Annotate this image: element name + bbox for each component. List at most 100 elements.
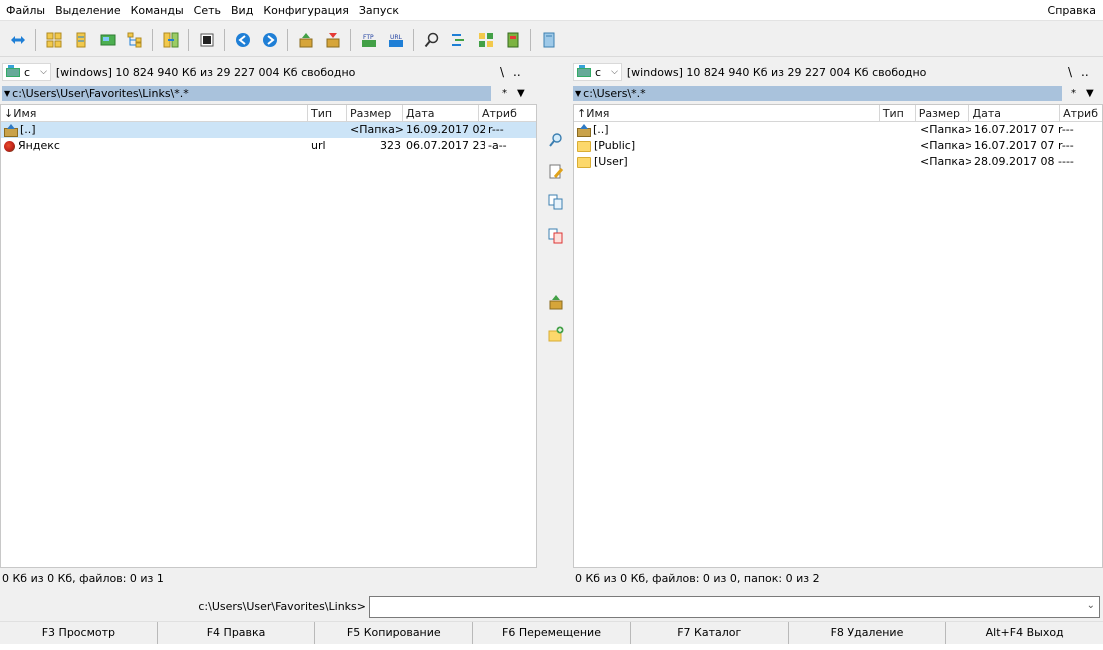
- left-path: c:\Users\User\Favorites\Links\*.*: [12, 87, 189, 100]
- notepad-icon[interactable]: [502, 29, 523, 50]
- ftp-connect-icon[interactable]: FTP: [358, 29, 379, 50]
- f7-mkdir-button[interactable]: F7 Каталог: [631, 622, 789, 644]
- left-file-panel[interactable]: ↓Имя Тип Размер Дата Атриб [..] <Папка> …: [0, 104, 537, 568]
- column-header-size[interactable]: Размер: [916, 105, 970, 122]
- left-root-button[interactable]: \: [500, 65, 504, 79]
- quick-view-icon[interactable]: [196, 29, 217, 50]
- column-header-type[interactable]: Тип: [308, 105, 347, 122]
- file-row-parent-dir[interactable]: [..] <Папка> 16.07.2017 07:27 r---: [574, 122, 1102, 138]
- menu-start[interactable]: Запуск: [354, 0, 404, 21]
- menu-selection[interactable]: Выделение: [50, 0, 126, 21]
- new-folder-icon[interactable]: [548, 326, 564, 342]
- multi-rename-icon[interactable]: [448, 29, 469, 50]
- toolbar-separator: [530, 28, 531, 51]
- refresh-icon[interactable]: [7, 29, 28, 50]
- left-root-buttons: \ ..: [500, 62, 530, 82]
- file-attr: r---: [488, 123, 504, 136]
- right-hotlist-button[interactable]: ▼: [1086, 88, 1094, 99]
- chevron-down-icon[interactable]: ⌄: [1087, 600, 1095, 611]
- right-filter-buttons: * ▼: [1071, 86, 1103, 101]
- left-drive-selector[interactable]: c ⌵: [2, 63, 51, 81]
- left-status-bar: 0 Кб из 0 Кб, файлов: 0 из 1: [2, 572, 164, 585]
- right-up-button[interactable]: ..: [1081, 65, 1089, 79]
- view-file-icon[interactable]: [548, 132, 564, 148]
- right-root-button[interactable]: \: [1068, 65, 1072, 79]
- unpack-icon[interactable]: [322, 29, 343, 50]
- file-date: 16.07.2017 07:27: [974, 139, 1055, 152]
- file-type: url: [311, 139, 326, 152]
- file-name: [..]: [593, 123, 609, 136]
- brief-view-icon[interactable]: [43, 29, 64, 50]
- f5-copy-button[interactable]: F5 Копирование: [315, 622, 474, 644]
- svg-text:FTP: FTP: [363, 34, 374, 41]
- pack-icon[interactable]: [295, 29, 316, 50]
- column-header-date[interactable]: Дата: [969, 105, 1061, 122]
- file-row-yandex[interactable]: Яндекс url 323 06.07.2017 23:11 -a--: [1, 138, 536, 154]
- file-size: <Папка>: [920, 123, 971, 136]
- alt-f4-exit-button[interactable]: Alt+F4 Выход: [946, 622, 1103, 644]
- thumbnails-icon[interactable]: [97, 29, 118, 50]
- left-up-button[interactable]: ..: [513, 65, 521, 79]
- menu-configuration[interactable]: Конфигурация: [258, 0, 354, 21]
- file-row-parent-dir[interactable]: [..] <Папка> 16.09.2017 02:17 r---: [1, 122, 536, 138]
- drive-icon: [6, 64, 20, 77]
- right-root-buttons: \ ..: [1068, 62, 1098, 82]
- up-dir-icon: [577, 124, 591, 137]
- right-free-space: [windows] 10 824 940 Кб из 29 227 004 Кб…: [626, 65, 927, 79]
- menu-commands[interactable]: Команды: [126, 0, 189, 21]
- full-view-icon[interactable]: [70, 29, 91, 50]
- url-connect-icon[interactable]: URL: [385, 29, 406, 50]
- left-path-bar[interactable]: ▼ c:\Users\User\Favorites\Links\*.*: [2, 86, 491, 101]
- f3-view-button[interactable]: F3 Просмотр: [0, 622, 158, 644]
- folder-icon: [577, 140, 591, 152]
- right-drive-bar: c ⌵ [windows] 10 824 940 Кб из 29 227 00…: [573, 62, 1058, 82]
- command-line-input[interactable]: ⌄: [369, 595, 1100, 618]
- command-line-path: c:\Users\User\Favorites\Links>: [198, 600, 366, 613]
- file-row-public[interactable]: [Public] <Папка> 16.07.2017 07:27 r---: [574, 138, 1102, 154]
- menu-net[interactable]: Сеть: [189, 0, 226, 21]
- history-dropdown-icon[interactable]: ▼: [4, 89, 10, 98]
- pack-files-icon[interactable]: [548, 294, 564, 310]
- file-name: [User]: [594, 155, 628, 168]
- f6-move-button[interactable]: F6 Перемещение: [473, 622, 631, 644]
- f8-delete-button[interactable]: F8 Удаление: [789, 622, 947, 644]
- right-drive-selector[interactable]: c ⌵: [573, 63, 622, 81]
- edit-file-icon[interactable]: [548, 164, 564, 180]
- copy-file-icon[interactable]: [548, 194, 564, 210]
- column-header-attr[interactable]: Атриб: [1060, 105, 1102, 122]
- column-header-name[interactable]: ↓Имя: [1, 105, 308, 122]
- file-attr: r---: [1058, 139, 1074, 152]
- tree-view-icon[interactable]: [124, 29, 145, 50]
- file-date: 16.09.2017 02:17: [406, 123, 485, 136]
- column-header-size[interactable]: Размер: [347, 105, 403, 122]
- drive-icon: [577, 64, 591, 77]
- search-icon[interactable]: [421, 29, 442, 50]
- menu-files[interactable]: Файлы: [0, 0, 50, 21]
- right-path-bar[interactable]: ▼ c:\Users\*.*: [573, 86, 1062, 101]
- column-header-attr[interactable]: Атриб: [479, 105, 536, 122]
- column-header-name[interactable]: ↑Имя: [574, 105, 880, 122]
- menu-help[interactable]: Справка: [1043, 0, 1103, 21]
- toolbar: FTP URL: [0, 23, 1103, 57]
- help-icon[interactable]: [538, 29, 559, 50]
- f4-edit-button[interactable]: F4 Правка: [158, 622, 316, 644]
- file-row-user[interactable]: [User] <Папка> 28.09.2017 08:36 ----: [574, 154, 1102, 170]
- move-file-icon[interactable]: [548, 228, 564, 244]
- forward-icon[interactable]: [259, 29, 280, 50]
- menu-bar: Файлы Выделение Команды Сеть Вид Конфигу…: [0, 0, 1103, 21]
- sync-dirs-icon[interactable]: [160, 29, 181, 50]
- left-hotlist-button[interactable]: ▼: [517, 88, 525, 99]
- column-header-type[interactable]: Тип: [880, 105, 916, 122]
- right-filter-star[interactable]: *: [1071, 88, 1076, 99]
- history-dropdown-icon[interactable]: ▼: [575, 89, 581, 98]
- right-drive-letter: c: [595, 65, 602, 79]
- left-drive-letter: c: [24, 65, 31, 79]
- column-header-date[interactable]: Дата: [403, 105, 479, 122]
- total-commander-window: Файлы Выделение Команды Сеть Вид Конфигу…: [0, 0, 1103, 650]
- right-file-panel[interactable]: ↑Имя Тип Размер Дата Атриб [..] <Папка> …: [573, 104, 1103, 568]
- left-filter-star[interactable]: *: [502, 88, 507, 99]
- menu-view[interactable]: Вид: [226, 0, 258, 21]
- compare-dirs-icon[interactable]: [475, 29, 496, 50]
- back-icon[interactable]: [232, 29, 253, 50]
- folder-icon: [577, 156, 591, 168]
